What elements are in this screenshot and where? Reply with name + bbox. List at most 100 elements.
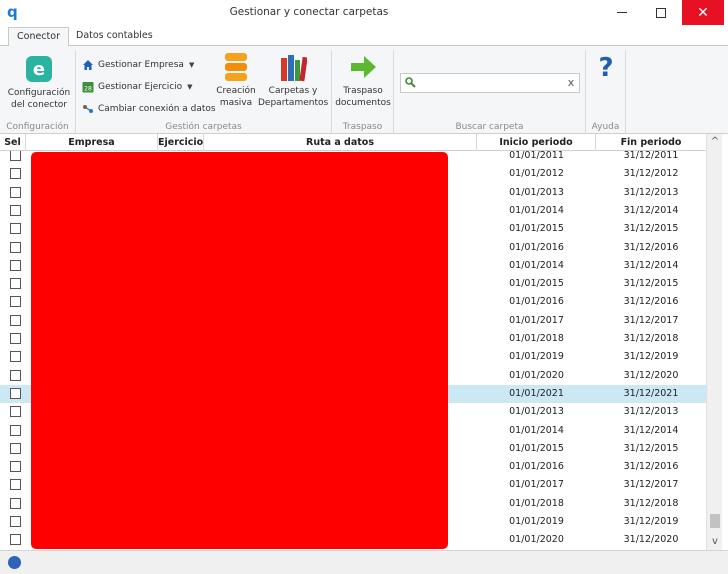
search-icon	[405, 77, 416, 88]
configuracion-label-1: Configuración	[7, 88, 71, 98]
row-checkbox[interactable]	[10, 314, 21, 326]
inicio-periodo-cell: 01/01/2015	[509, 223, 564, 235]
vertical-scrollbar[interactable]: ^ v	[706, 134, 722, 550]
redacted-area	[31, 152, 448, 549]
row-checkbox[interactable]	[10, 241, 21, 253]
row-checkbox[interactable]	[10, 278, 21, 290]
inicio-periodo-cell: 01/01/2015	[509, 278, 564, 290]
creacion-masiva-button[interactable]: Creación masiva	[216, 52, 256, 109]
help-button[interactable]: ?	[590, 52, 622, 84]
carpetas-label-2: Departamentos	[258, 98, 329, 108]
row-checkbox[interactable]	[10, 204, 21, 216]
title-bar: q Gestionar y conectar carpetas ✕	[0, 0, 728, 25]
grid-header: Sel Empresa Ejercicio Ruta a datos Inici…	[0, 134, 706, 151]
column-header-ruta[interactable]: Ruta a datos	[204, 134, 477, 151]
scroll-up-button[interactable]: ^	[707, 134, 723, 150]
database-stack-icon	[224, 52, 248, 82]
tab-conector[interactable]: Conector	[8, 27, 69, 47]
globe-icon	[8, 556, 21, 569]
column-header-sel[interactable]: Sel	[0, 134, 26, 151]
gestionar-empresa-label: Gestionar Empresa	[98, 60, 184, 70]
row-checkbox[interactable]	[10, 479, 21, 491]
cambiar-conexion-label: Cambiar conexión a datos	[98, 104, 216, 114]
fin-periodo-cell: 31/12/2016	[623, 241, 679, 253]
row-checkbox[interactable]	[10, 424, 21, 436]
row-checkbox[interactable]	[10, 406, 21, 418]
inicio-periodo-cell: 01/01/2011	[509, 151, 564, 161]
fin-periodo-cell: 31/12/2016	[623, 461, 679, 473]
carpetas-departamentos-button[interactable]: Carpetas y Departamentos	[258, 52, 328, 109]
row-checkbox[interactable]	[10, 186, 21, 198]
fin-periodo-cell: 31/12/2021	[623, 387, 679, 399]
home-icon	[82, 59, 94, 71]
row-checkbox[interactable]	[10, 461, 21, 473]
fin-periodo-cell: 31/12/2012	[623, 168, 679, 180]
inicio-periodo-cell: 01/01/2017	[509, 314, 564, 326]
search-box: x	[400, 73, 580, 93]
svg-text:28: 28	[84, 86, 92, 93]
row-checkbox[interactable]	[10, 387, 21, 399]
row-checkbox[interactable]	[10, 442, 21, 454]
row-checkbox[interactable]	[10, 296, 21, 308]
ribbon-tabs: Conector Datos contables	[0, 25, 728, 47]
fin-periodo-cell: 31/12/2011	[623, 151, 679, 161]
column-header-fin[interactable]: Fin periodo	[596, 134, 706, 151]
row-checkbox[interactable]	[10, 151, 21, 161]
inicio-periodo-cell: 01/01/2018	[509, 497, 564, 509]
row-checkbox[interactable]	[10, 223, 21, 235]
configuracion-conector-button[interactable]: e Configuración del conector	[4, 52, 74, 111]
fin-periodo-cell: 31/12/2014	[623, 259, 679, 271]
connector-e-icon: e	[26, 56, 52, 82]
traspaso-documentos-button[interactable]: Traspaso documentos	[334, 52, 392, 109]
maximize-icon	[656, 7, 666, 18]
row-checkbox[interactable]	[10, 516, 21, 527]
inicio-periodo-cell: 01/01/2013	[509, 186, 564, 198]
connection-icon	[82, 103, 94, 115]
row-checkbox[interactable]	[10, 369, 21, 381]
maximize-button[interactable]	[639, 0, 683, 25]
row-checkbox[interactable]	[10, 259, 21, 271]
inicio-periodo-cell: 01/01/2014	[509, 424, 564, 436]
fin-periodo-cell: 31/12/2015	[623, 442, 679, 454]
fin-periodo-cell: 31/12/2015	[623, 223, 679, 235]
help-icon: ?	[598, 53, 614, 83]
minimize-icon	[617, 12, 627, 13]
status-bar	[0, 550, 728, 574]
creacion-label-2: masiva	[219, 98, 253, 108]
tab-datos-contables[interactable]: Datos contables	[68, 27, 161, 46]
close-button[interactable]: ✕	[682, 0, 724, 25]
column-header-empresa[interactable]: Empresa	[26, 134, 158, 151]
ribbon: e Configuración del conector Configuraci…	[0, 46, 728, 134]
column-header-ejercicio[interactable]: Ejercicio	[158, 134, 204, 151]
row-checkbox[interactable]	[10, 168, 21, 180]
inicio-periodo-cell: 01/01/2018	[509, 333, 564, 344]
group-label-buscar: Buscar carpeta	[455, 122, 524, 132]
carpetas-label-1: Carpetas y	[268, 86, 318, 96]
fin-periodo-cell: 31/12/2015	[623, 278, 679, 290]
inicio-periodo-cell: 01/01/2012	[509, 168, 564, 180]
fin-periodo-cell: 31/12/2020	[623, 369, 679, 381]
minimize-button[interactable]	[600, 0, 644, 25]
gestionar-empresa-button[interactable]: Gestionar Empresa ▼	[82, 56, 194, 74]
window-title: Gestionar y conectar carpetas	[229, 6, 389, 18]
traspaso-label-2: documentos	[335, 98, 391, 108]
group-label-ayuda: Ayuda	[591, 122, 620, 132]
gestionar-ejercicio-button[interactable]: 28 Gestionar Ejercicio ▼	[82, 78, 193, 96]
row-checkbox[interactable]	[10, 333, 21, 344]
cambiar-conexion-button[interactable]: Cambiar conexión a datos	[82, 100, 216, 118]
column-header-inicio[interactable]: Inicio periodo	[477, 134, 596, 151]
search-input[interactable]	[417, 75, 557, 91]
fin-periodo-cell: 31/12/2014	[623, 204, 679, 216]
inicio-periodo-cell: 01/01/2020	[509, 534, 564, 546]
clear-search-button[interactable]: x	[564, 76, 578, 90]
row-checkbox[interactable]	[10, 351, 21, 363]
scroll-down-button[interactable]: v	[707, 534, 723, 550]
row-checkbox[interactable]	[10, 497, 21, 509]
scroll-thumb[interactable]	[710, 514, 720, 528]
inicio-periodo-cell: 01/01/2016	[509, 461, 564, 473]
inicio-periodo-cell: 01/01/2016	[509, 241, 564, 253]
row-checkbox[interactable]	[10, 534, 21, 546]
group-label-traspaso: Traspaso	[342, 122, 383, 132]
group-buscar-carpeta: x Buscar carpeta	[394, 50, 586, 134]
close-icon: ✕	[697, 4, 709, 21]
